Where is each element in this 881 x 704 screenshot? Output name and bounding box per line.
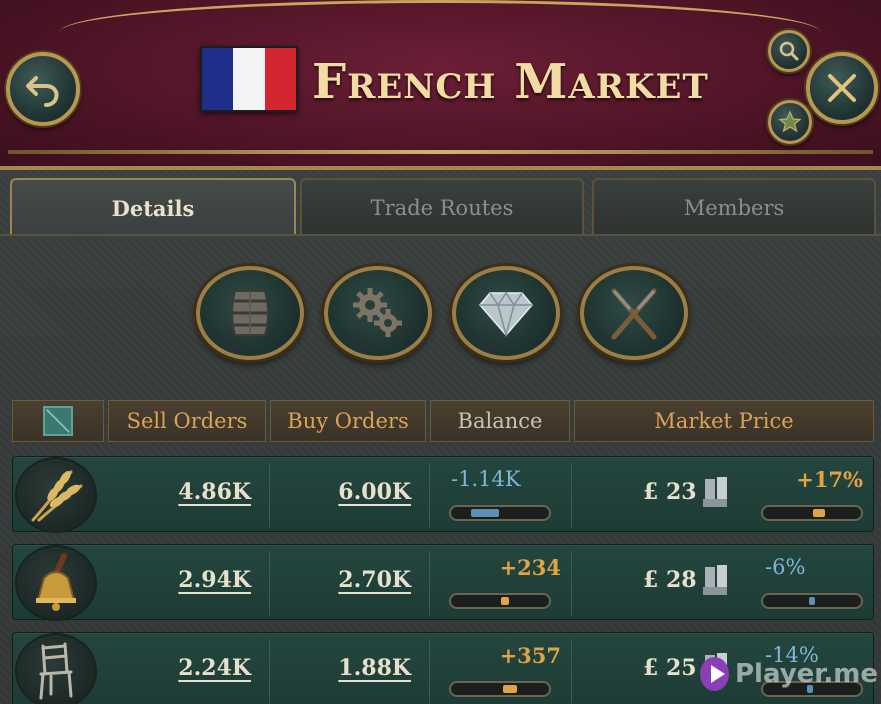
buy-orders-value[interactable]: 2.70K xyxy=(293,567,411,593)
cell-divider xyxy=(429,551,430,615)
header-frame xyxy=(60,0,820,32)
price-change-value: +17% xyxy=(796,467,863,492)
balance-bar-fill xyxy=(471,509,499,517)
cell-divider xyxy=(571,551,572,615)
tab-details[interactable]: Details xyxy=(10,178,296,236)
star-icon xyxy=(778,110,802,133)
sell-orders-value[interactable]: 2.94K xyxy=(133,567,251,593)
cell-divider xyxy=(269,463,270,527)
tab-trade-routes[interactable]: Trade Routes xyxy=(300,178,584,236)
crossed-rifles-icon xyxy=(611,288,657,340)
france-flag xyxy=(200,46,298,112)
pop-boot-icon xyxy=(703,565,727,595)
balance-bar-fill xyxy=(501,597,509,605)
goods-row[interactable]: 2.94K 2.70K +234 £ 28 -6% xyxy=(12,544,874,621)
watermark: Player.me xyxy=(700,650,878,698)
good-icon-frame xyxy=(15,633,97,704)
balance-bar xyxy=(449,505,551,521)
play-logo-icon xyxy=(700,657,729,691)
category-button-staple-goods[interactable] xyxy=(196,266,304,360)
expand-toggle-header[interactable] xyxy=(12,400,104,442)
bell-icon xyxy=(36,553,76,611)
balance-value: -1.14K xyxy=(451,467,521,491)
cell-divider xyxy=(269,551,270,615)
gears-icon xyxy=(353,288,402,337)
search-button[interactable] xyxy=(768,30,810,72)
goods-row[interactable]: 4.86K 6.00K -1.14K £ 23 +17% xyxy=(12,456,874,533)
watermark-text: Player.me xyxy=(734,659,878,689)
market-price-value[interactable]: £ 23 xyxy=(643,479,697,505)
sell-orders-value[interactable]: 4.86K xyxy=(133,479,251,505)
magnifier-icon xyxy=(779,41,799,61)
price-change-value: -6% xyxy=(765,555,806,579)
column-header-balance[interactable]: Balance xyxy=(430,400,570,442)
back-button[interactable] xyxy=(6,52,80,126)
market-panel: Details Trade Routes Members Sell Orders… xyxy=(0,170,881,704)
cell-divider xyxy=(429,463,430,527)
grain-icon xyxy=(31,470,83,522)
flag-stripe-blue xyxy=(202,48,234,110)
balance-value: +357 xyxy=(499,643,561,668)
balance-bar-fill xyxy=(503,685,517,693)
column-header-buy-orders[interactable]: Buy Orders xyxy=(270,400,426,442)
price-bar xyxy=(761,505,863,521)
balance-bar xyxy=(449,593,551,609)
market-title: French Market xyxy=(312,54,709,110)
market-price-value[interactable]: £ 25 xyxy=(643,655,697,681)
category-button-military-goods[interactable] xyxy=(580,266,688,360)
tabs-baseline xyxy=(0,234,881,236)
flag-stripe-white xyxy=(233,48,265,110)
header-divider xyxy=(8,150,873,154)
pop-boot-icon xyxy=(703,477,727,507)
market-price-value[interactable]: £ 28 xyxy=(643,567,697,593)
price-bar-fill xyxy=(809,597,815,605)
cell-divider xyxy=(571,639,572,703)
category-button-industrial-goods[interactable] xyxy=(324,266,432,360)
expand-toggle-icon xyxy=(43,406,73,436)
buy-orders-value[interactable]: 6.00K xyxy=(293,479,411,505)
cell-divider xyxy=(269,639,270,703)
sell-orders-value[interactable]: 2.24K xyxy=(133,655,251,681)
barrel-icon xyxy=(231,290,269,336)
price-bar-fill xyxy=(813,509,825,517)
column-header-market-price[interactable]: Market Price xyxy=(574,400,874,442)
good-icon-frame xyxy=(15,457,97,533)
chair-icon xyxy=(39,642,73,700)
market-header: French Market xyxy=(0,0,881,170)
close-button[interactable] xyxy=(806,52,878,124)
buy-orders-value[interactable]: 1.88K xyxy=(293,655,411,681)
tab-members[interactable]: Members xyxy=(592,178,876,236)
good-icon-frame xyxy=(15,545,97,621)
balance-value: +234 xyxy=(499,555,561,580)
category-button-luxury-goods[interactable] xyxy=(452,266,560,360)
favorite-button[interactable] xyxy=(768,100,812,144)
price-bar xyxy=(761,593,863,609)
cell-divider xyxy=(429,639,430,703)
close-x-icon xyxy=(828,74,856,102)
column-header-sell-orders[interactable]: Sell Orders xyxy=(108,400,266,442)
flag-stripe-red xyxy=(264,48,296,110)
undo-arrow-icon xyxy=(26,76,59,107)
diamond-icon xyxy=(479,291,533,337)
balance-bar xyxy=(449,681,551,697)
